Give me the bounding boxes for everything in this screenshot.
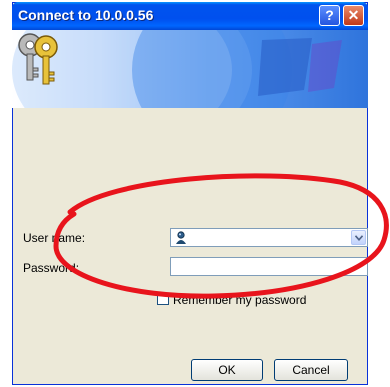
keys-icon [18, 33, 58, 85]
help-button[interactable]: ? [319, 5, 340, 26]
cancel-button[interactable]: Cancel [274, 359, 348, 381]
ok-button[interactable]: OK [191, 359, 263, 381]
close-button[interactable]: ✕ [343, 5, 364, 26]
banner-graphic [12, 30, 368, 108]
user-icon [176, 231, 186, 244]
remember-password-label[interactable]: Remember my password [173, 293, 306, 307]
window-title: Connect to 10.0.0.56 [18, 7, 154, 23]
chevron-down-icon [355, 235, 363, 241]
dialog-banner [12, 30, 368, 108]
username-dropdown-button[interactable] [351, 230, 366, 245]
password-label: Password: [23, 261, 80, 275]
title-bar[interactable]: Connect to 10.0.0.56 ? ✕ [12, 2, 368, 30]
username-combobox[interactable] [170, 228, 368, 247]
connect-dialog: Connect to 10.0.0.56 ? ✕ User name: Pass… [12, 2, 368, 385]
password-field[interactable] [170, 257, 368, 276]
remember-password-checkbox[interactable] [157, 293, 169, 305]
username-label: User name: [23, 231, 86, 245]
